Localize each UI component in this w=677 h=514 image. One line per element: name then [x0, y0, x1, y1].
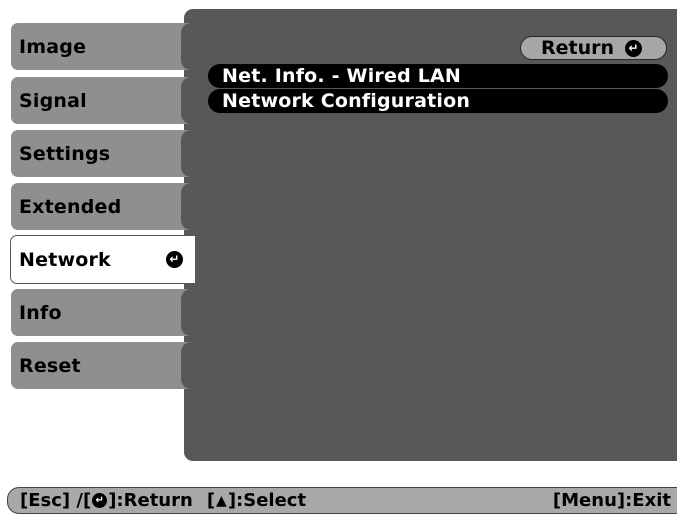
menu-item-label: Net. Info. - Wired LAN	[222, 65, 462, 87]
menu-item-net-info-wired-lan[interactable]: Net. Info. - Wired LAN	[208, 64, 668, 88]
tab-label: Image	[19, 35, 87, 58]
return-label: Return	[541, 37, 615, 59]
enter-icon: ↵	[166, 251, 183, 268]
menu-item-network-configuration[interactable]: Network Configuration	[208, 89, 668, 113]
tab-label: Extended	[19, 195, 122, 218]
up-down-arrow-icon: ▲︎	[216, 492, 227, 509]
projector-menu-screen: Image Signal Settings Extended Network ↵…	[0, 0, 677, 514]
tab-label: Network	[19, 248, 111, 271]
hint-select: ]:Select	[227, 490, 307, 511]
tab-label: Reset	[19, 354, 81, 377]
key-hint-bar: [Esc] /[ ↵ ]:Return [ ▲︎ ]:Select [Menu]…	[7, 487, 677, 514]
enter-icon: ↵	[92, 493, 108, 508]
tab-network[interactable]: Network ↵	[10, 235, 196, 284]
hint-left-group: [Esc] /[ ↵ ]:Return [ ▲︎ ]:Select	[20, 490, 306, 511]
menu-item-label: Network Configuration	[222, 90, 471, 112]
tab-signal[interactable]: Signal	[11, 77, 193, 124]
tab-info[interactable]: Info	[11, 289, 193, 336]
hint-esc: [Esc] /[	[20, 490, 92, 511]
hint-return: ]:Return	[108, 490, 193, 511]
tab-extended[interactable]: Extended	[11, 183, 193, 230]
tab-label: Signal	[19, 89, 87, 112]
tab-settings[interactable]: Settings	[11, 130, 193, 177]
tab-image[interactable]: Image	[11, 23, 193, 70]
tab-label: Info	[19, 301, 62, 324]
return-button[interactable]: Return ↵	[520, 36, 667, 60]
hint-select-bracket: [	[206, 490, 216, 511]
hint-exit: [Menu]:Exit	[552, 490, 671, 511]
tab-reset[interactable]: Reset	[11, 342, 193, 389]
tab-label: Settings	[19, 142, 111, 165]
enter-icon: ↵	[625, 39, 643, 57]
